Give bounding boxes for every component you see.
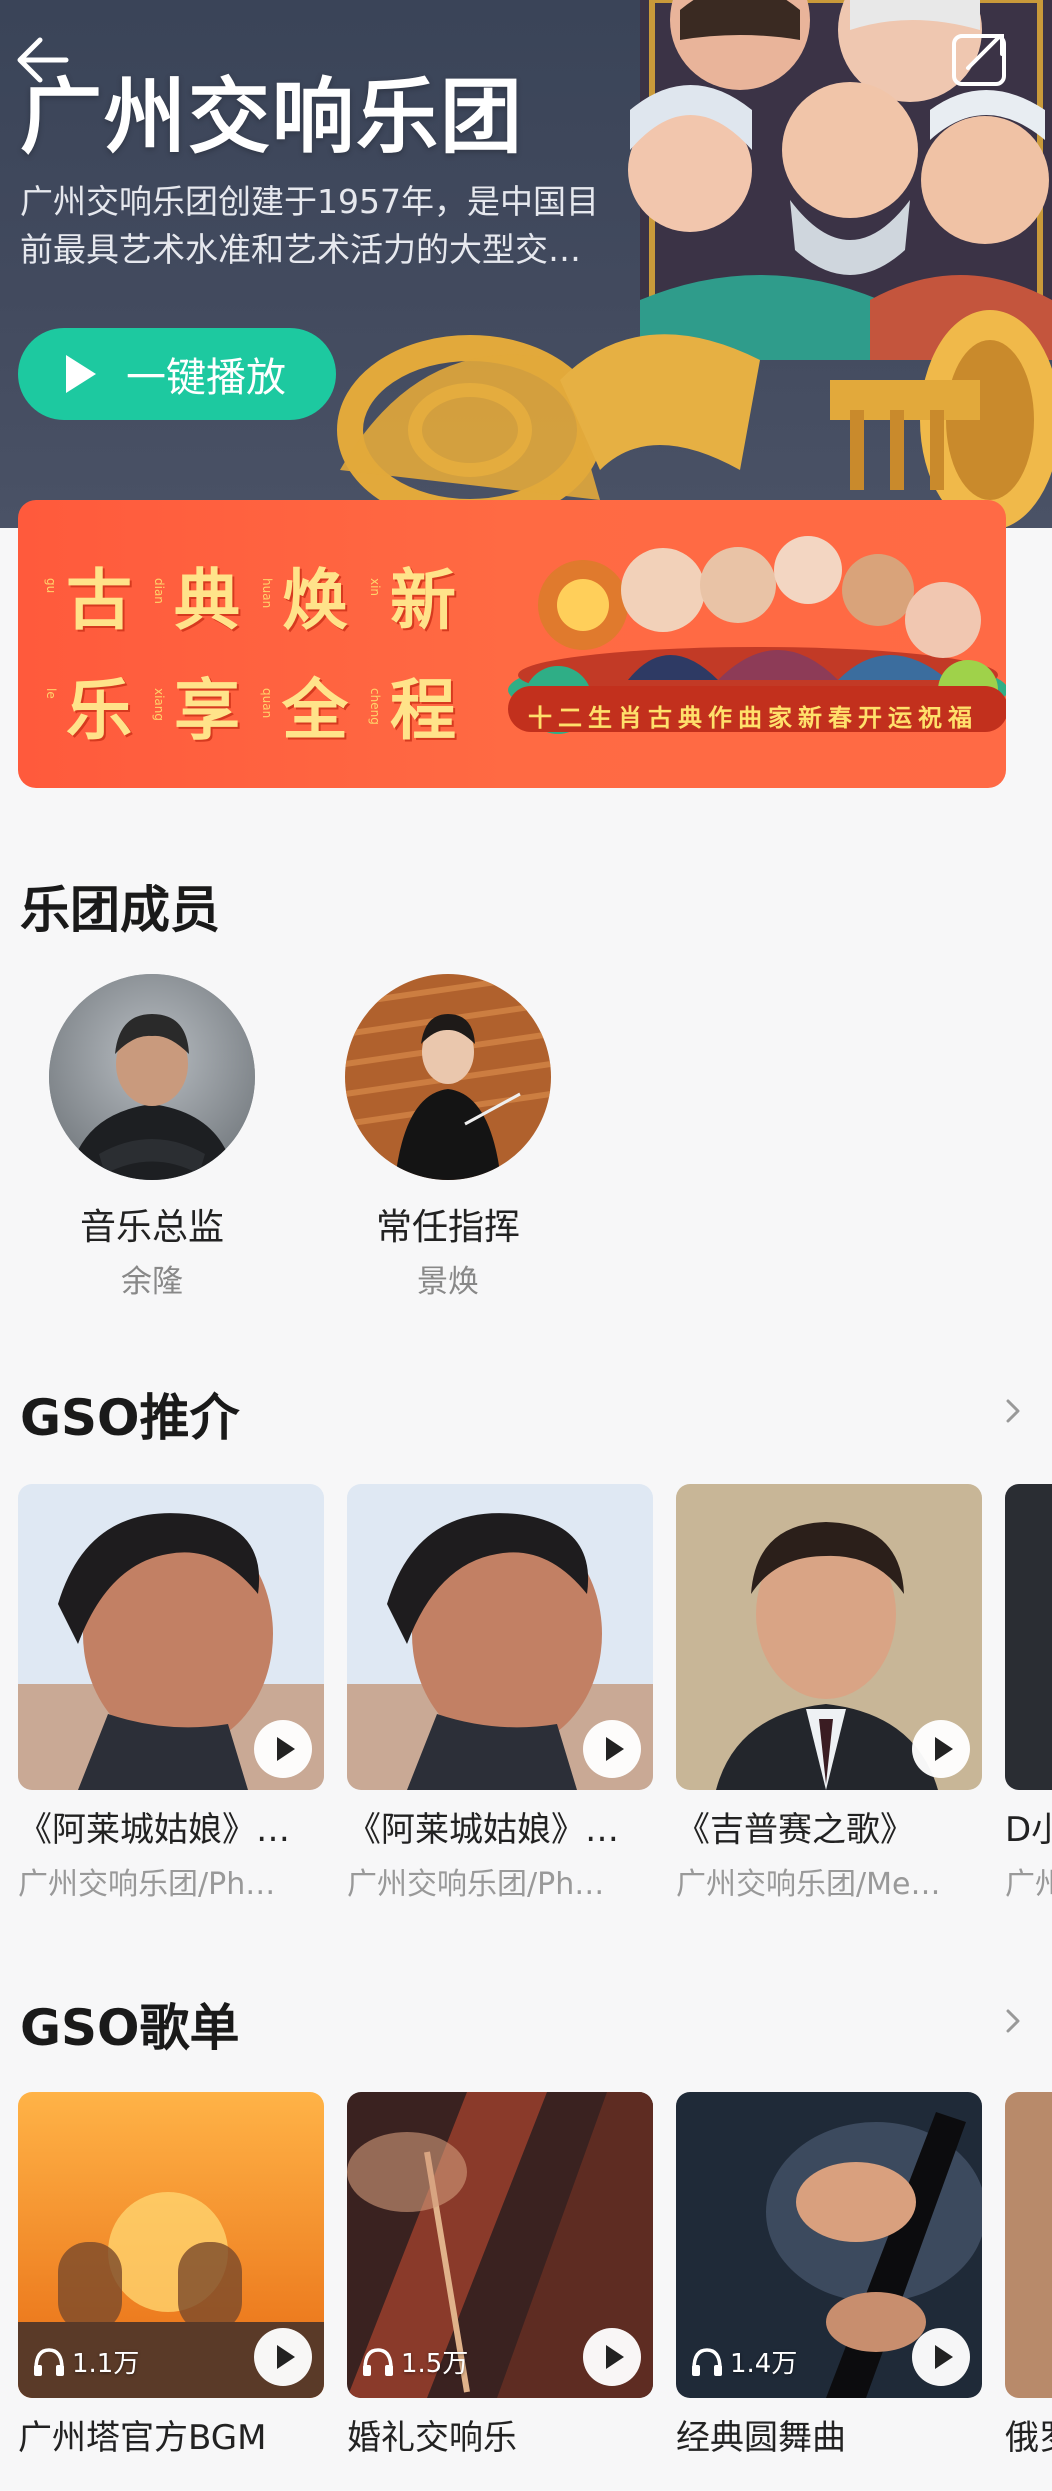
track-title: 《吉普赛之歌》: [676, 1810, 914, 1850]
track-cover: [18, 1484, 324, 1790]
play-button[interactable]: [254, 1720, 312, 1778]
slogan-char: 典: [174, 562, 240, 639]
play-count: 1.5万: [361, 2343, 468, 2380]
slogan-char: 全: [282, 672, 348, 749]
play-button[interactable]: [254, 2328, 312, 2386]
play-button[interactable]: [912, 1720, 970, 1778]
recommend-card[interactable]: 《阿莱城姑娘》… 广州交响乐团/Ph…: [347, 1484, 653, 1903]
hero-header: 广州交响乐团 广州交响乐团创建于1957年，是中国目前最具艺术水准和艺术活力的大…: [0, 0, 1052, 528]
share-button[interactable]: [944, 22, 1016, 94]
playlist-card[interactable]: 俄罗: [1005, 2092, 1052, 2459]
play-count: 1.1万: [32, 2343, 139, 2380]
slogan-char: 新: [390, 562, 456, 639]
member-card[interactable]: 音乐总监 余隆: [42, 974, 262, 1301]
play-count-value: 1.1万: [72, 2349, 140, 2379]
pinyin: quan: [260, 688, 274, 719]
playlist-cover: 1.5万: [347, 2092, 653, 2398]
member-role: 音乐总监: [79, 1207, 224, 1248]
recommend-card[interactable]: 《阿莱城姑娘》… 广州交响乐团/Ph…: [18, 1484, 324, 1903]
share-icon: [952, 34, 1006, 86]
headphones-icon: [363, 2347, 393, 2376]
playlist-cover: 1.1万: [18, 2092, 324, 2398]
track-cover: [676, 1484, 982, 1790]
avatar: [345, 974, 551, 1180]
play-all-button[interactable]: 一键播放: [18, 328, 336, 420]
member-role: 常任指挥: [375, 1207, 520, 1248]
play-count: 1.4万: [690, 2343, 797, 2380]
page-title: 广州交响乐团: [20, 70, 525, 165]
chevron-right-icon[interactable]: [1000, 2006, 1026, 2036]
playlist-card[interactable]: 1.1万 广州塔官方BGM: [18, 2092, 324, 2459]
play-button[interactable]: [583, 2328, 641, 2386]
headphones-icon: [34, 2347, 64, 2376]
play-button[interactable]: [583, 1720, 641, 1778]
pinyin: xiang: [152, 688, 166, 722]
playlist-title: 俄罗: [1005, 2418, 1052, 2458]
banner-slogan: gu 古 dian 典 huan 焕 xin 新 le 乐 xiang 享 quan 全 ch…: [44, 554, 486, 774]
slogan-char: 乐: [66, 672, 132, 749]
playlist-cover: [1005, 2092, 1052, 2398]
play-icon: [276, 2345, 295, 2369]
banner-caption: 十二生肖古典作曲家新春开运祝福: [528, 704, 978, 732]
play-all-label: 一键播放: [126, 355, 286, 401]
play-icon: [605, 1737, 624, 1761]
promo-banner[interactable]: gu 古 dian 典 huan 焕 xin 新 le 乐 xiang 享 quan 全 ch…: [18, 500, 1006, 788]
member-name: 余隆: [121, 1264, 183, 1300]
member-card[interactable]: 常任指挥 景焕: [338, 974, 558, 1301]
pinyin: le: [44, 688, 58, 699]
slogan-char: 古: [66, 562, 132, 639]
slogan-char: 享: [174, 672, 240, 749]
slogan-char: 程: [390, 672, 456, 749]
pinyin: xin: [368, 578, 382, 597]
pinyin: cheng: [368, 688, 382, 725]
playlist-card[interactable]: 1.4万 经典圆舞曲: [676, 2092, 982, 2459]
play-icon: [934, 1737, 953, 1761]
playlist-card[interactable]: 1.5万 婚礼交响乐: [347, 2092, 653, 2459]
track-title: 《阿莱城姑娘》…: [18, 1810, 290, 1850]
play-button[interactable]: [912, 2328, 970, 2386]
play-count-value: 1.4万: [730, 2349, 798, 2379]
recommend-card[interactable]: 《吉普赛之歌》 广州交响乐团/Me…: [676, 1484, 982, 1903]
recommend-section-title: GSO推介: [20, 1389, 240, 1447]
play-icon: [276, 1737, 295, 1761]
pinyin: huan: [260, 578, 274, 609]
headphones-icon: [692, 2347, 722, 2376]
track-cover: [347, 1484, 653, 1790]
slogan-char: 焕: [282, 562, 348, 639]
playlist-cover: 1.4万: [676, 2092, 982, 2398]
avatar: [49, 974, 255, 1180]
orchestra-description[interactable]: 广州交响乐团创建于1957年，是中国目前最具艺术水准和艺术活力的大型交…: [20, 178, 620, 274]
play-count-value: 1.5万: [401, 2349, 469, 2379]
chevron-right-icon[interactable]: [1000, 1396, 1026, 1426]
track-artist: 广州交响乐团/Ph…: [18, 1867, 276, 1902]
track-artist: 广州交响乐团/Me…: [676, 1867, 941, 1902]
play-icon: [605, 2345, 624, 2369]
track-artist: 广州交响乐团/Ph…: [347, 1867, 605, 1902]
playlist-title: 经典圆舞曲: [676, 2418, 846, 2458]
member-name: 景焕: [417, 1264, 479, 1300]
playlist-title: 广州塔官方BGM: [18, 2418, 267, 2458]
track-cover: [1005, 1484, 1052, 1790]
track-title: D小: [1005, 1810, 1052, 1850]
pinyin: gu: [44, 578, 58, 594]
track-title: 《阿莱城姑娘》…: [347, 1810, 619, 1850]
track-artist: 广州: [1005, 1867, 1052, 1902]
members-section-title: 乐团成员: [20, 881, 220, 939]
recommend-card[interactable]: D小 广州: [1005, 1484, 1052, 1903]
play-icon: [934, 2345, 953, 2369]
playlists-section-title: GSO歌单: [20, 1999, 240, 2057]
pinyin: dian: [152, 578, 166, 604]
play-icon: [66, 355, 96, 393]
orchestra-page: 广州交响乐团 广州交响乐团创建于1957年，是中国目前最具艺术水准和艺术活力的大…: [0, 0, 1052, 2491]
playlist-title: 婚礼交响乐: [347, 2418, 517, 2458]
